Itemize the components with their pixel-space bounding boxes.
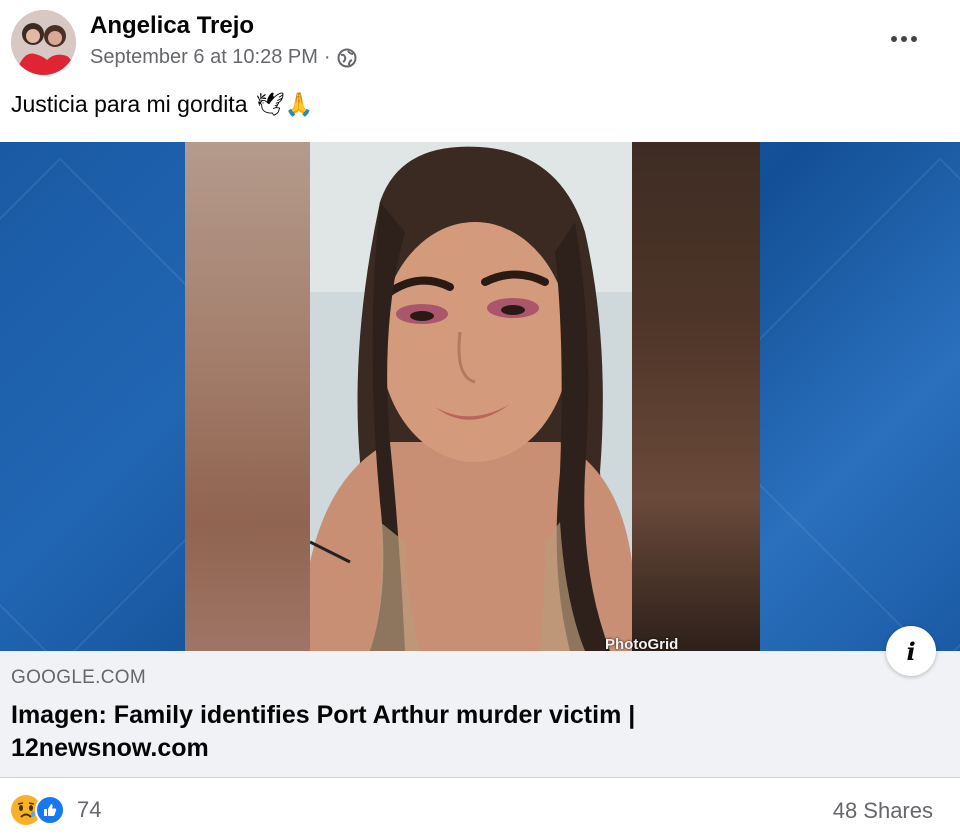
info-icon[interactable]: i xyxy=(886,626,936,676)
blurred-photo-right xyxy=(632,142,760,651)
shares-count[interactable]: 48 Shares xyxy=(833,798,933,824)
more-dot-icon xyxy=(911,36,917,42)
portrait-photo xyxy=(310,142,632,651)
link-title[interactable]: Imagen: Family identifies Port Arthur mu… xyxy=(11,699,711,765)
photogrid-watermark: PhotoGrid xyxy=(605,636,679,651)
caption-text: Justicia para mi gordita xyxy=(11,91,248,117)
post-meta: September 6 at 10:28 PM · xyxy=(90,46,357,69)
caption-emojis: 🕊🙏 xyxy=(255,91,314,117)
reaction-count: 74 xyxy=(77,797,102,822)
author-name[interactable]: Angelica Trejo xyxy=(90,12,254,40)
meta-separator: · xyxy=(323,46,331,68)
like-reaction-icon xyxy=(35,795,65,825)
post-header: Angelica Trejo September 6 at 10:28 PM · xyxy=(0,0,960,88)
link-preview-card[interactable]: GOOGLE.COM Imagen: Family identifies Por… xyxy=(0,651,960,778)
link-domain: GOOGLE.COM xyxy=(11,667,146,688)
reactions-summary[interactable]: 74 xyxy=(11,795,101,825)
author-avatar[interactable] xyxy=(11,10,76,75)
globe-icon xyxy=(337,48,357,68)
post-timestamp[interactable]: September 6 at 10:28 PM xyxy=(90,46,318,69)
post-footer: 74 48 Shares xyxy=(0,778,960,837)
more-dot-icon xyxy=(901,36,907,42)
blurred-photo-left xyxy=(185,142,310,651)
more-options-button[interactable] xyxy=(884,24,924,54)
post-caption: Justicia para mi gordita 🕊🙏 xyxy=(11,91,313,118)
more-dot-icon xyxy=(891,36,897,42)
link-preview-image[interactable]: PhotoGrid xyxy=(0,142,960,651)
